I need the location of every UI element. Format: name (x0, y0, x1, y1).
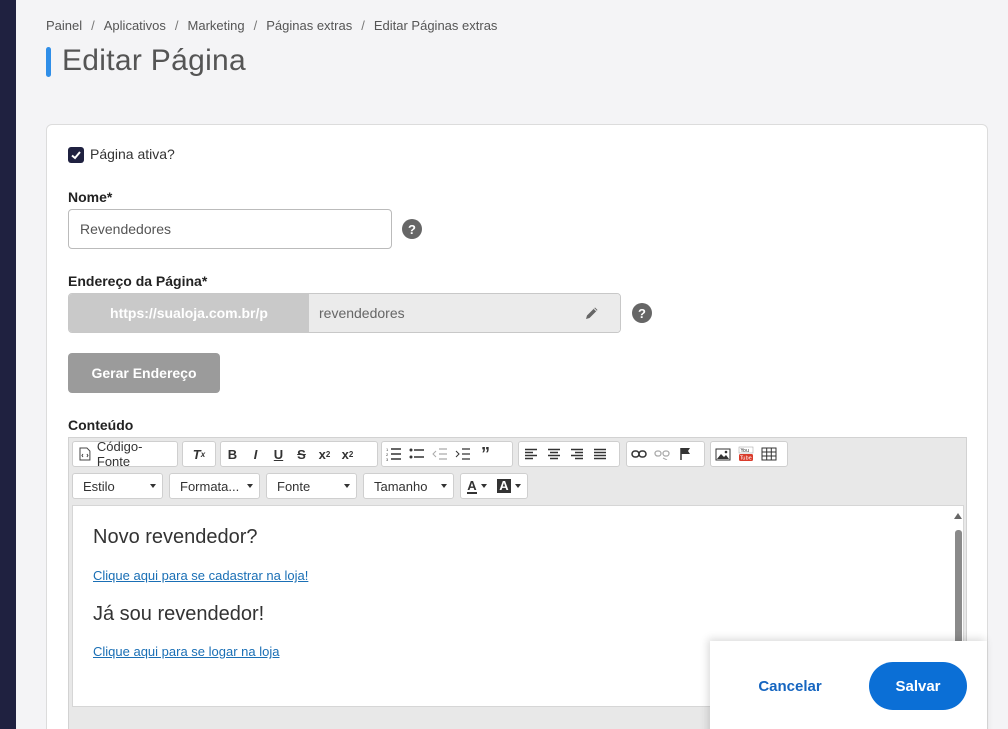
svg-text:Tube: Tube (739, 456, 752, 462)
chevron-down-icon (150, 484, 156, 488)
text-color-icon[interactable]: A (461, 474, 493, 498)
scroll-up-arrow-icon[interactable] (954, 513, 962, 519)
image-icon[interactable] (711, 442, 734, 466)
cancel-button[interactable]: Cancelar (740, 662, 840, 710)
svg-text:You: You (739, 448, 749, 454)
title-accent-bar (46, 47, 51, 77)
subscript-icon[interactable]: x2 (313, 442, 336, 466)
unlink-icon[interactable] (650, 442, 673, 466)
breadcrumb-item-aplicativos[interactable]: Aplicativos (104, 18, 166, 33)
address-help-icon[interactable]: ? (632, 303, 652, 323)
align-right-icon[interactable] (565, 442, 588, 466)
toolbar-group-links (626, 441, 705, 467)
toolbar-group-colors: A A (460, 473, 528, 499)
style-select[interactable]: Estilo (72, 473, 163, 499)
content-link-login[interactable]: Clique aqui para se logar na loja (93, 644, 279, 659)
breadcrumb: Painel / Aplicativos / Marketing / Págin… (46, 18, 498, 33)
address-field: https://sualoja.com.br/p revendedores (68, 293, 621, 333)
format-select-value: Formata... (180, 478, 240, 494)
address-slug-value: revendedores (319, 305, 405, 321)
anchor-flag-icon[interactable] (673, 442, 696, 466)
breadcrumb-item-painel[interactable]: Painel (46, 18, 82, 33)
breadcrumb-item-paginas-extras[interactable]: Páginas extras (266, 18, 352, 33)
check-icon (71, 151, 81, 160)
name-input-value: Revendedores (80, 221, 172, 237)
svg-text:3: 3 (386, 457, 389, 461)
name-help-icon[interactable]: ? (402, 219, 422, 239)
source-code-button[interactable]: Código-Fonte (73, 439, 177, 469)
content-link-register[interactable]: Clique aqui para se cadastrar na loja! (93, 568, 308, 583)
youtube-icon[interactable]: You Tube (734, 442, 757, 466)
size-select[interactable]: Tamanho (363, 473, 454, 499)
numbered-list-icon[interactable]: 123 (382, 442, 405, 466)
left-sidebar-strip (0, 0, 16, 729)
superscript-icon[interactable]: x2 (336, 442, 359, 466)
toolbar-group-clear: Tx (182, 441, 216, 467)
source-code-label: Código-Fonte (96, 439, 143, 469)
format-select[interactable]: Formata... (169, 473, 260, 499)
chevron-down-icon (344, 484, 350, 488)
breadcrumb-item-current: Editar Páginas extras (373, 18, 498, 33)
link-icon[interactable] (627, 442, 650, 466)
generate-address-button[interactable]: Gerar Endereço (68, 353, 220, 393)
toolbar-group-list: 123 ” (381, 441, 513, 467)
remove-format-icon[interactable]: Tx (183, 442, 215, 466)
source-file-icon (79, 447, 91, 461)
active-checkbox-label[interactable]: Página ativa? (90, 146, 175, 162)
address-slug-input[interactable]: revendedores (309, 294, 620, 332)
justify-icon[interactable] (588, 442, 611, 466)
pencil-icon[interactable] (584, 305, 600, 321)
outdent-icon[interactable] (428, 442, 451, 466)
background-color-icon[interactable]: A (493, 474, 525, 498)
address-label: Endereço da Página* (68, 273, 208, 289)
address-prefix: https://sualoja.com.br/p (69, 294, 309, 332)
name-input[interactable]: Revendedores (68, 209, 392, 249)
content-heading-existing-reseller: Já sou revendedor! (93, 603, 265, 625)
bulleted-list-icon[interactable] (405, 442, 428, 466)
size-select-value: Tamanho (374, 478, 428, 494)
blockquote-icon[interactable]: ” (474, 442, 497, 466)
page-title: Editar Página (62, 44, 247, 77)
name-label: Nome* (68, 189, 113, 205)
toolbar-group-source: Código-Fonte (72, 439, 178, 469)
font-select[interactable]: Fonte (266, 473, 357, 499)
align-center-icon[interactable] (542, 442, 565, 466)
style-select-value: Estilo (83, 478, 115, 494)
strikethrough-icon[interactable]: S (290, 442, 313, 466)
chevron-down-icon (441, 484, 447, 488)
italic-icon[interactable]: I (244, 442, 267, 466)
toolbar-group-insert: You Tube (710, 441, 788, 467)
font-select-value: Fonte (277, 478, 311, 494)
align-left-icon[interactable] (519, 442, 542, 466)
toolbar-group-basic: B I U S x2 x2 (220, 441, 378, 467)
toolbar-group-align (518, 441, 620, 467)
active-checkbox[interactable] (68, 147, 84, 163)
table-icon[interactable] (757, 442, 780, 466)
content-heading-new-reseller: Novo revendedor? (93, 526, 258, 548)
underline-icon[interactable]: U (267, 442, 290, 466)
bold-icon[interactable]: B (221, 442, 244, 466)
chevron-down-icon (247, 484, 253, 488)
content-label: Conteúdo (68, 417, 134, 433)
indent-icon[interactable] (451, 442, 474, 466)
save-button[interactable]: Salvar (869, 662, 967, 710)
breadcrumb-item-marketing[interactable]: Marketing (188, 18, 245, 33)
